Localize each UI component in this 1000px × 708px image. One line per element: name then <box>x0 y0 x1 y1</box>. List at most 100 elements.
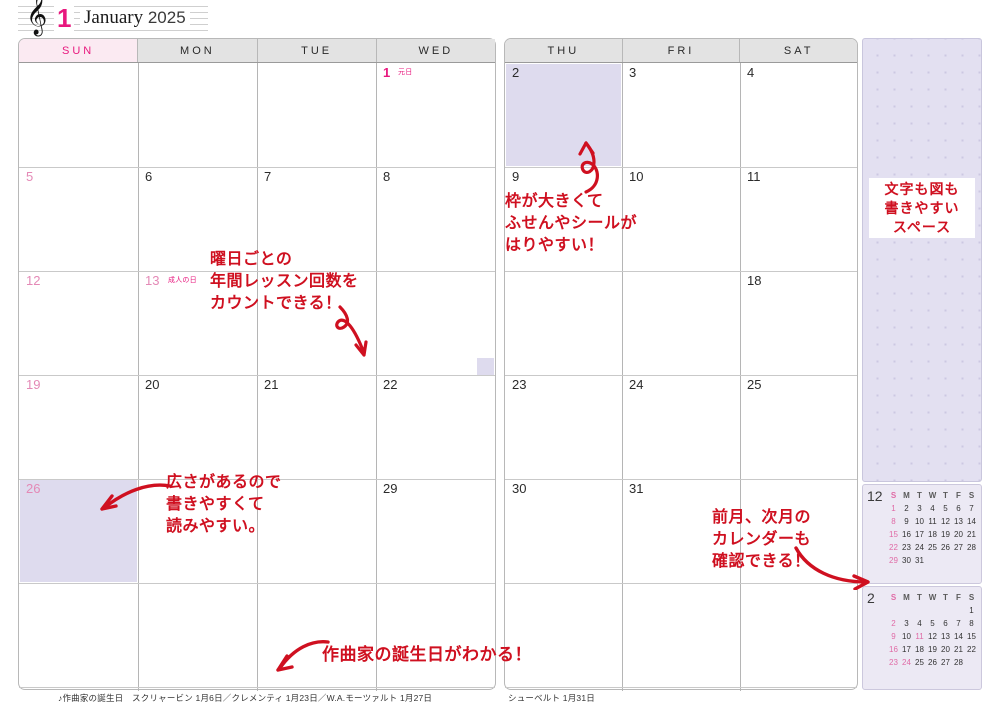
calendar-day-cell[interactable]: 22 <box>376 375 495 479</box>
mini-calendar-day[interactable]: 10 <box>913 515 926 528</box>
mini-calendar-day[interactable]: 20 <box>952 528 965 541</box>
mini-calendar-day[interactable]: 17 <box>913 528 926 541</box>
mini-calendar-day[interactable]: 26 <box>939 541 952 554</box>
mini-calendar-day[interactable]: 7 <box>952 617 965 630</box>
mini-calendar-day[interactable]: 9 <box>900 515 913 528</box>
mini-calendar-day[interactable]: 13 <box>952 515 965 528</box>
mini-calendar-day[interactable]: 17 <box>900 643 913 656</box>
notes-panel-label: 文字も図も 書きやすい スペース <box>869 178 975 238</box>
calendar-day-cell[interactable]: 24 <box>622 375 739 479</box>
mini-calendar-day[interactable]: 30 <box>900 554 913 567</box>
mini-calendar-day[interactable]: 23 <box>887 656 900 669</box>
mini-calendar-day[interactable]: 19 <box>926 643 939 656</box>
mini-calendar-day[interactable]: 8 <box>965 617 978 630</box>
mini-calendar-day[interactable]: 31 <box>913 554 926 567</box>
day-number: 2 <box>512 65 520 80</box>
mini-calendar-day[interactable]: 14 <box>952 630 965 643</box>
mini-calendar-day[interactable] <box>965 554 978 567</box>
calendar-day-cell[interactable]: 19 <box>19 375 138 479</box>
mini-calendar-day[interactable]: 3 <box>900 617 913 630</box>
mini-calendar-day[interactable]: 9 <box>887 630 900 643</box>
mini-calendar-day[interactable]: 22 <box>887 541 900 554</box>
day-number: 5 <box>26 169 34 184</box>
calendar-day-cell[interactable]: 3 <box>622 63 739 167</box>
day-number: 23 <box>512 377 527 392</box>
calendar-day-cell[interactable]: 21 <box>257 375 376 479</box>
mini-calendar-day[interactable]: 24 <box>913 541 926 554</box>
weekday-header-tue: TUE <box>257 39 377 62</box>
mini-calendar-day[interactable]: 28 <box>952 656 965 669</box>
mini-calendar-day[interactable] <box>939 554 952 567</box>
free-notes-dot-panel[interactable] <box>862 38 982 482</box>
mini-calendar-day[interactable]: 13 <box>939 630 952 643</box>
mini-calendar-day[interactable]: 27 <box>939 656 952 669</box>
mini-calendar-day[interactable]: 12 <box>939 515 952 528</box>
calendar-day-cell[interactable]: 25 <box>740 375 857 479</box>
calendar-day-cell[interactable]: 23 <box>505 375 622 479</box>
mini-calendar-day[interactable] <box>952 604 965 617</box>
mini-calendar-day[interactable] <box>926 604 939 617</box>
mini-calendar-day[interactable]: 2 <box>887 617 900 630</box>
highlighted-tick-box[interactable] <box>477 358 494 375</box>
mini-calendar-day[interactable]: 6 <box>952 502 965 515</box>
calendar-day-cell[interactable]: 18 <box>740 271 857 375</box>
calendar-day-cell[interactable]: 4 <box>740 63 857 167</box>
mini-calendar-day[interactable]: 27 <box>952 541 965 554</box>
mini-calendar-day[interactable]: 11 <box>913 630 926 643</box>
mini-calendar-day[interactable]: 15 <box>965 630 978 643</box>
mini-calendar-day[interactable]: 18 <box>926 528 939 541</box>
mini-calendar-day[interactable]: 1 <box>965 604 978 617</box>
calendar-day-cell[interactable]: 12 <box>19 271 138 375</box>
calendar-day-cell[interactable]: 1 元日 <box>376 63 495 167</box>
mini-calendar-month-number: 2 <box>867 590 875 606</box>
mini-calendar-day[interactable]: 11 <box>926 515 939 528</box>
mini-calendar-day[interactable]: 21 <box>965 528 978 541</box>
calendar-day-cell[interactable]: 30 <box>505 479 622 583</box>
mini-calendar-day[interactable]: 19 <box>939 528 952 541</box>
mini-calendar-day[interactable]: 3 <box>913 502 926 515</box>
mini-calendar-day[interactable]: 4 <box>926 502 939 515</box>
mini-calendar-day[interactable]: 16 <box>900 528 913 541</box>
calendar-day-cell[interactable]: 10 <box>622 167 739 271</box>
mini-calendar-day[interactable]: 25 <box>926 541 939 554</box>
mini-calendar-day[interactable]: 28 <box>965 541 978 554</box>
mini-calendar-day[interactable]: 26 <box>926 656 939 669</box>
mini-calendar-day[interactable] <box>900 604 913 617</box>
mini-calendar-day[interactable] <box>952 554 965 567</box>
mini-calendar-day[interactable]: 2 <box>900 502 913 515</box>
mini-calendar-day[interactable]: 20 <box>939 643 952 656</box>
mini-calendar-day[interactable]: 16 <box>887 643 900 656</box>
mini-calendar-day[interactable]: 21 <box>952 643 965 656</box>
mini-calendar-day[interactable] <box>913 604 926 617</box>
calendar-day-cell[interactable]: 8 <box>376 167 495 271</box>
mini-calendar-day[interactable]: 15 <box>887 528 900 541</box>
mini-calendar-weekday: W <box>928 491 937 500</box>
calendar-day-cell[interactable]: 5 <box>19 167 138 271</box>
mini-calendar-day[interactable]: 6 <box>939 617 952 630</box>
mini-calendar-day[interactable]: 18 <box>913 643 926 656</box>
calendar-day-cell[interactable]: 29 <box>376 479 495 583</box>
mini-calendar-day[interactable]: 29 <box>887 554 900 567</box>
mini-calendar-day[interactable]: 23 <box>900 541 913 554</box>
mini-calendar-day[interactable]: 5 <box>939 502 952 515</box>
mini-calendar-weekday: S <box>890 491 897 500</box>
mini-calendar-day[interactable] <box>887 604 900 617</box>
mini-calendar-day[interactable]: 24 <box>900 656 913 669</box>
mini-calendar-day[interactable] <box>965 656 978 669</box>
mini-calendar-day[interactable] <box>939 604 952 617</box>
mini-calendar-day[interactable]: 25 <box>913 656 926 669</box>
mini-calendar-february[interactable]: 2 S M T W T F S 1 2 3 4 5 6 7 8 9 10 11 12 13 14 15 16 17 18 19 20 2… <box>862 586 982 690</box>
mini-calendar-day[interactable] <box>926 554 939 567</box>
mini-calendar-day[interactable]: 12 <box>926 630 939 643</box>
mini-calendar-day[interactable]: 4 <box>913 617 926 630</box>
mini-calendar-day[interactable]: 14 <box>965 515 978 528</box>
mini-calendar-december[interactable]: 12 S M T W T F S 1 2 3 4 5 6 7 8 9 10 11 12 13 14 15 16 17 18 19 20… <box>862 484 982 584</box>
mini-calendar-day[interactable]: 5 <box>926 617 939 630</box>
calendar-day-cell[interactable]: 11 <box>740 167 857 271</box>
mini-calendar-day[interactable]: 8 <box>887 515 900 528</box>
mini-calendar-day[interactable]: 7 <box>965 502 978 515</box>
mini-calendar-day[interactable]: 1 <box>887 502 900 515</box>
calendar-day-cell[interactable]: 20 <box>138 375 257 479</box>
mini-calendar-day[interactable]: 10 <box>900 630 913 643</box>
mini-calendar-day[interactable]: 22 <box>965 643 978 656</box>
